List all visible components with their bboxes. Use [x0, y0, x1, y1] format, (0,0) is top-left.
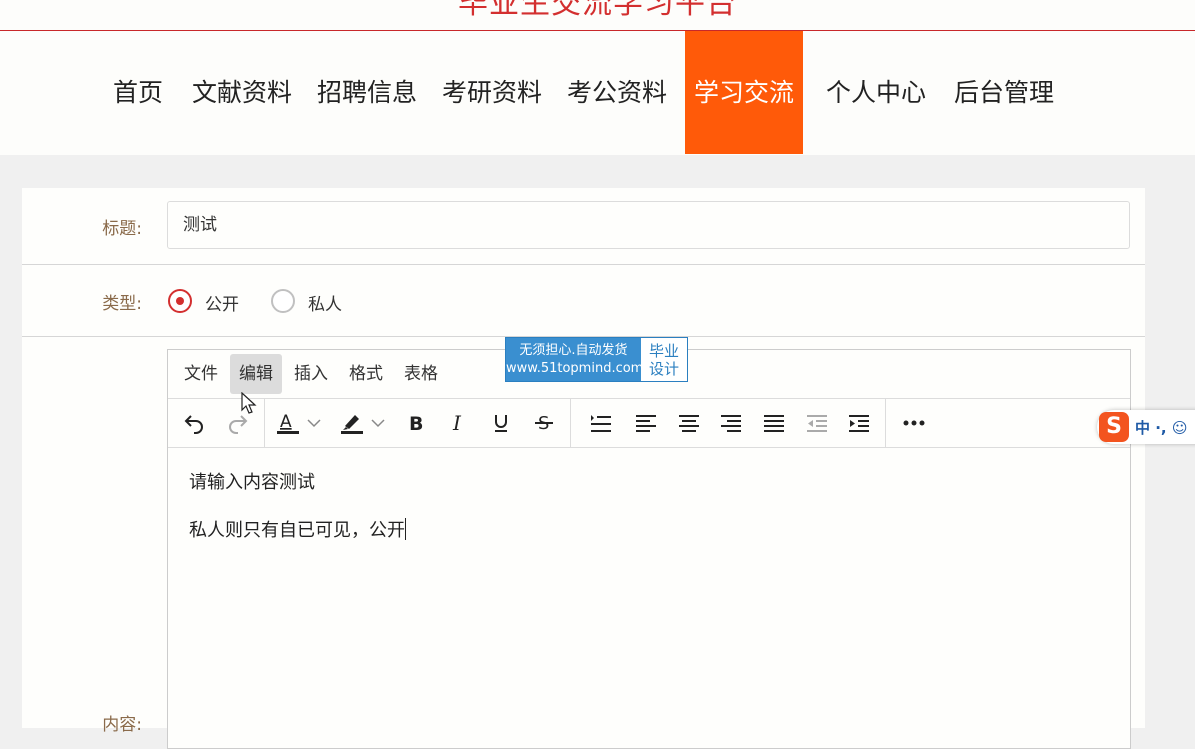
undo-icon[interactable]: [177, 405, 211, 441]
nav-item-study-exchange[interactable]: 学习交流: [685, 31, 803, 154]
toolbar-separator: [264, 399, 265, 447]
watermark-text: 无须担心.自动发货 www.51topmind.com: [506, 338, 644, 381]
post-form: 标题: 测试 类型: 公开 私人 内容: 文件 编辑 插入 格式 表格 A B …: [22, 188, 1145, 749]
rich-text-editor: 文件 编辑 插入 格式 表格 A B I 请输入内容测试 私人则只有自已可见，公…: [167, 349, 1131, 749]
content-line: 请输入内容测试: [189, 472, 315, 493]
italic-icon[interactable]: I: [442, 405, 476, 441]
site-title: 毕业生交流学习平台: [458, 0, 737, 21]
nav-item-personal-center[interactable]: 个人中心: [820, 31, 932, 154]
watermark-line2: www.51topmind.com: [506, 361, 644, 376]
chevron-down-icon[interactable]: [368, 405, 388, 441]
strikethrough-icon[interactable]: S: [527, 405, 561, 441]
ime-status[interactable]: 中 ·, ☺: [1135, 417, 1187, 438]
radio-checked-icon: [168, 289, 192, 313]
main-nav: 首页 文献资料 招聘信息 考研资料 考公资料 学习交流 个人中心 后台管理: [0, 31, 1195, 155]
watermark-badge-line1: 毕业: [648, 342, 679, 360]
site-header: 毕业生交流学习平台: [0, 0, 1195, 31]
type-label: 类型:: [102, 294, 142, 314]
title-label: 标题:: [102, 219, 142, 239]
underline-icon[interactable]: [484, 405, 518, 441]
watermark-line1: 无须担心.自动发货: [519, 343, 628, 358]
ime-toolbar[interactable]: S 中 ·, ☺: [1097, 410, 1195, 444]
chevron-down-icon[interactable]: [304, 405, 324, 441]
svg-text:I: I: [452, 412, 462, 434]
radio-unchecked-icon: [271, 289, 295, 313]
nav-item-home[interactable]: 首页: [103, 31, 173, 154]
watermark-badge-line2: 设计: [648, 360, 679, 378]
nav-item-recruitment[interactable]: 招聘信息: [311, 31, 423, 154]
outdent-icon[interactable]: [800, 405, 834, 441]
toolbar-separator: [570, 399, 571, 447]
mouse-cursor-icon: [241, 391, 257, 420]
text-color-icon[interactable]: A: [274, 405, 302, 441]
indent-icon[interactable]: [842, 405, 876, 441]
nav-item-literature[interactable]: 文献资料: [186, 31, 298, 154]
bold-icon[interactable]: B: [399, 405, 433, 441]
more-icon[interactable]: [897, 405, 931, 441]
watermark-badge-text: 毕业 设计: [641, 338, 687, 381]
watermark-badge: 无须担心.自动发货 www.51topmind.com 毕业 设计: [505, 337, 688, 382]
radio-private[interactable]: 私人: [271, 288, 351, 316]
align-center-icon[interactable]: [672, 405, 706, 441]
text-caret: [405, 518, 406, 540]
title-input[interactable]: 测试: [167, 201, 1130, 249]
align-justify-icon[interactable]: [757, 405, 791, 441]
divider: [22, 264, 1145, 265]
highlight-color-icon[interactable]: [338, 405, 366, 441]
nav-item-postgrad-materials[interactable]: 考研资料: [436, 31, 548, 154]
menu-edit[interactable]: 编辑: [230, 354, 282, 394]
line-height-icon[interactable]: [584, 405, 618, 441]
toolbar-separator: [885, 399, 886, 447]
content-line-text: 私人则只有自已可见，公开: [189, 520, 405, 541]
radio-public[interactable]: 公开: [168, 288, 248, 316]
menu-insert[interactable]: 插入: [285, 354, 337, 394]
radio-private-label: 私人: [308, 295, 342, 315]
align-left-icon[interactable]: [629, 405, 663, 441]
content-line: 私人则只有自已可见，公开: [189, 516, 406, 564]
radio-public-label: 公开: [205, 295, 239, 315]
content-label: 内容:: [102, 715, 142, 735]
nav-item-civil-service-materials[interactable]: 考公资料: [561, 31, 673, 154]
menu-format[interactable]: 格式: [340, 354, 392, 394]
editor-toolbar: A B I S: [168, 399, 1130, 448]
menu-table[interactable]: 表格: [395, 354, 447, 394]
align-right-icon[interactable]: [714, 405, 748, 441]
svg-text:A: A: [280, 412, 292, 432]
editor-content-area[interactable]: 请输入内容测试 私人则只有自已可见，公开: [189, 468, 406, 564]
nav-item-admin[interactable]: 后台管理: [948, 31, 1060, 154]
sogou-logo-icon[interactable]: S: [1099, 412, 1129, 442]
svg-text:B: B: [409, 413, 423, 434]
menu-file[interactable]: 文件: [175, 354, 227, 394]
